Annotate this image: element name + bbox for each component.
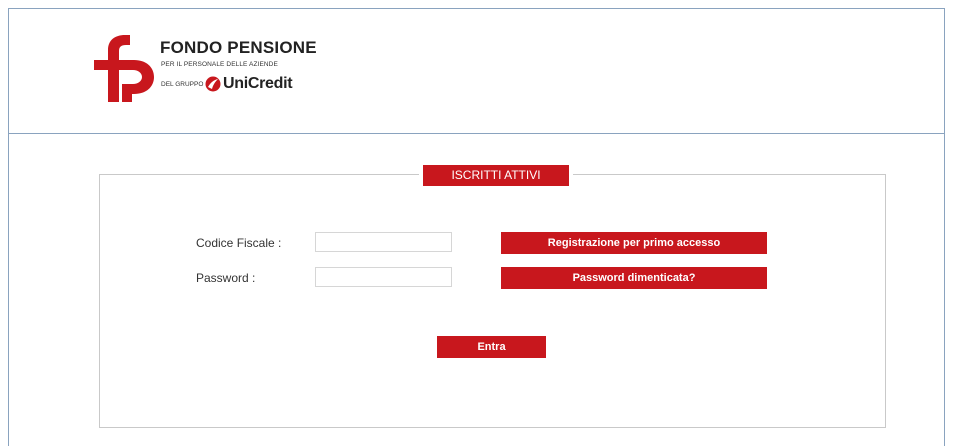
unicredit-brand-name: UniCredit [223, 75, 293, 92]
login-submit-button[interactable]: Entra [437, 336, 546, 358]
codice-fiscale-label: Codice Fiscale : [196, 236, 282, 250]
logo-subtitle-line2: DEL GRUPPO [161, 81, 204, 88]
password-label: Password : [196, 271, 256, 285]
codice-fiscale-input[interactable] [315, 232, 452, 252]
password-input[interactable] [315, 267, 452, 287]
header-divider [9, 133, 944, 134]
fp-logo-icon [94, 35, 154, 102]
unicredit-logo-icon [205, 76, 221, 92]
logo-title: FONDO PENSIONE [160, 38, 317, 57]
fondo-pensione-logo: FONDO PENSIONE PER IL PERSONALE DELLE AZ… [84, 32, 344, 104]
forgot-password-button[interactable]: Password dimenticata? [501, 267, 767, 289]
login-panel [99, 174, 886, 428]
logo-subtitle-line1: PER IL PERSONALE DELLE AZIENDE [161, 61, 278, 68]
panel-title: ISCRITTI ATTIVI [419, 165, 573, 186]
register-first-access-button[interactable]: Registrazione per primo accesso [501, 232, 767, 254]
